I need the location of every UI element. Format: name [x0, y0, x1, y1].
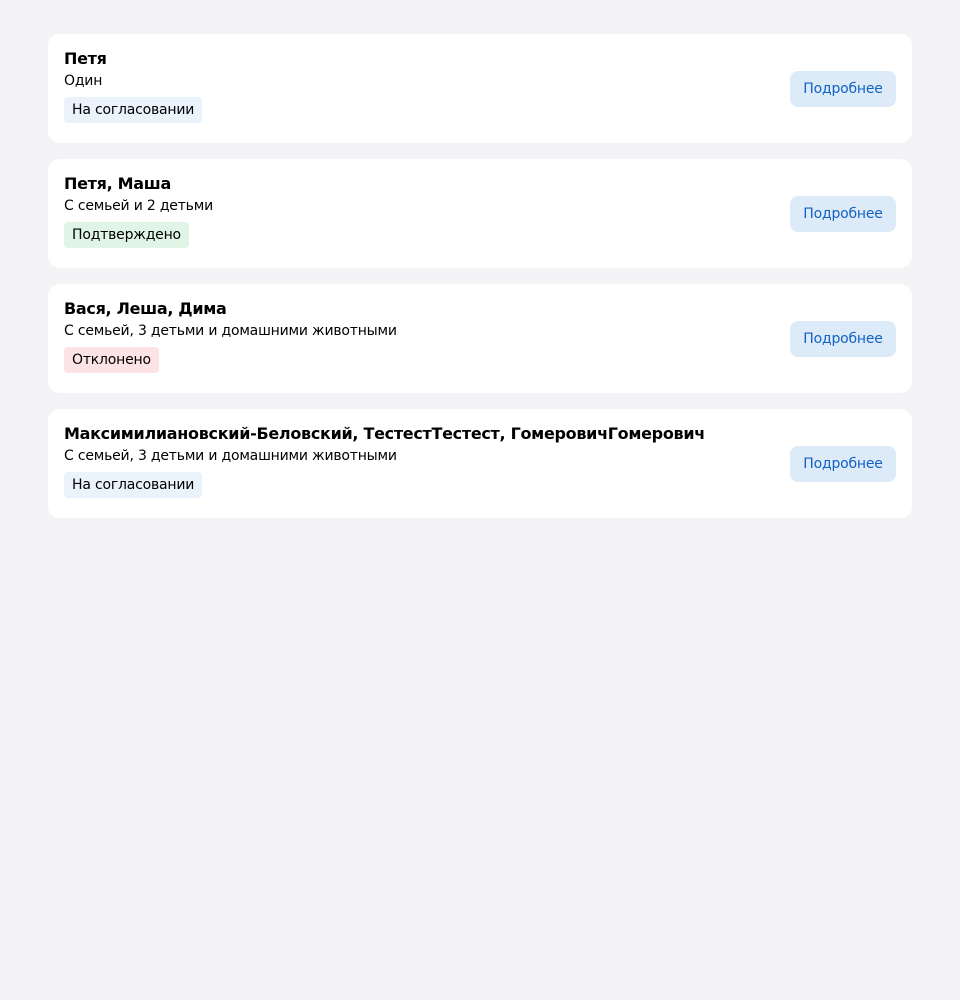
details-button[interactable]: Подробнее [790, 446, 896, 482]
guest-names: Петя [64, 49, 107, 68]
status-badge: На согласовании [64, 97, 203, 123]
guest-names: Вася, Леша, Дима [64, 299, 227, 318]
request-card: Петя, Маша С семьей и 2 детьми Подтвержд… [48, 159, 912, 268]
request-card: Максимилиановский-Беловский, ТестестТест… [48, 409, 912, 518]
details-button[interactable]: Подробнее [790, 196, 896, 232]
details-button[interactable]: Подробнее [790, 71, 896, 107]
party-description: С семьей и 2 детьми [64, 198, 213, 214]
status-badge: Отклонено [64, 347, 159, 373]
page: Петя Один На согласовании Подробнее Петя… [0, 0, 960, 1000]
details-button[interactable]: Подробнее [790, 321, 896, 357]
guest-names: Петя, Маша [64, 174, 171, 193]
status-badge: Подтверждено [64, 222, 189, 248]
guest-names: Максимилиановский-Беловский, ТестестТест… [64, 424, 705, 443]
status-badge: На согласовании [64, 472, 203, 498]
party-description: С семьей, 3 детьми и домашними животными [64, 323, 397, 339]
request-card: Вася, Леша, Дима С семьей, 3 детьми и до… [48, 284, 912, 393]
request-card: Петя Один На согласовании Подробнее [48, 34, 912, 143]
party-description: Один [64, 73, 103, 89]
party-description: С семьей, 3 детьми и домашними животными [64, 448, 397, 464]
request-list: Петя Один На согласовании Подробнее Петя… [48, 34, 912, 518]
